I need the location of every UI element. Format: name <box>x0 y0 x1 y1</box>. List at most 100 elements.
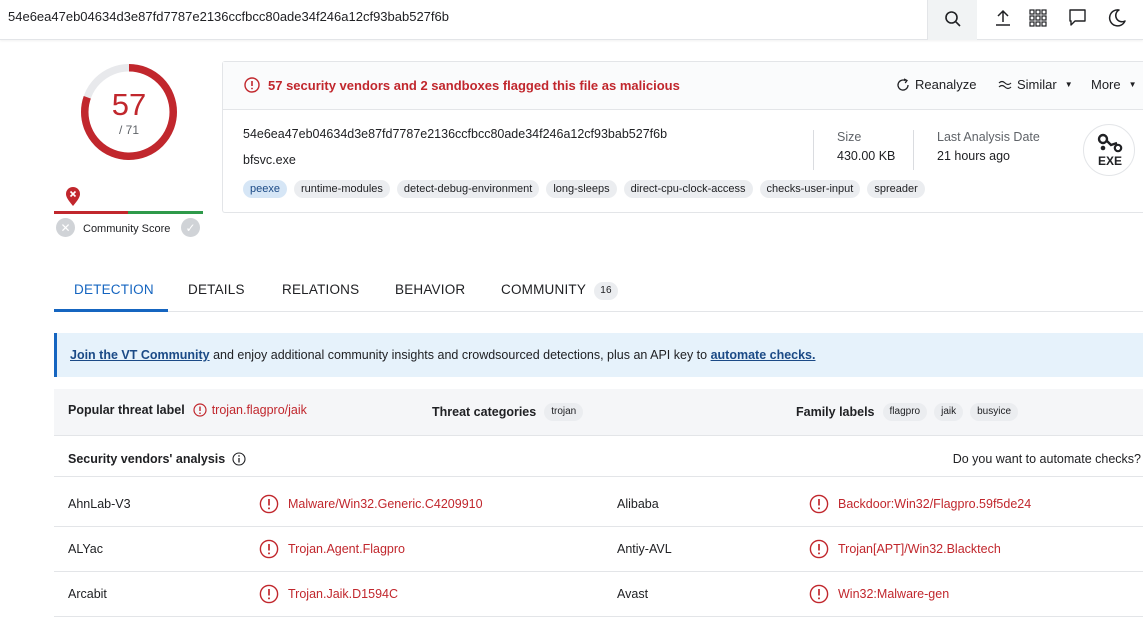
vendor-name: Arcabit <box>68 587 107 601</box>
map-pin-icon <box>65 187 81 210</box>
top-bar: 54e6ea47eb04634d3e87fd7787e2136ccfbcc80a… <box>0 0 1143 40</box>
threat-categories-list: trojan <box>544 403 584 421</box>
automate-checks-link[interactable]: automate checks. <box>711 348 816 362</box>
family-label-tag[interactable]: busyice <box>970 403 1019 421</box>
file-tag[interactable]: checks-user-input <box>759 180 861 198</box>
alert-circle-icon <box>193 403 207 417</box>
reanalyze-button[interactable]: Reanalyze <box>896 77 976 92</box>
detection-result: Trojan.Agent.Flagpro <box>288 542 405 556</box>
vendors-title-wrap: Security vendors' analysis <box>68 452 246 466</box>
community-score: ✕ Community Score ✓ <box>55 218 205 238</box>
community-banner: Join the VT Community and enjoy addition… <box>54 333 1143 377</box>
similar-label: Similar <box>1017 77 1057 92</box>
tab-bar: DETECTION DETAILS RELATIONS BEHAVIOR COM… <box>54 272 1143 312</box>
file-tag[interactable]: direct-cpu-clock-access <box>623 180 753 198</box>
file-size: Size 430.00 KB <box>813 130 895 170</box>
tab-behavior[interactable]: BEHAVIOR <box>395 282 465 297</box>
detection-result: Win32:Malware-gen <box>838 587 950 601</box>
file-tag[interactable]: long-sleeps <box>546 180 617 198</box>
chat-icon <box>1068 8 1087 30</box>
last-analysis: Last Analysis Date 21 hours ago <box>913 130 1040 170</box>
search-icon <box>944 10 962 31</box>
vendor-detection: Backdoor:Win32/Flagpro.59f5de24 <box>809 494 1031 514</box>
search-button[interactable] <box>927 0 977 40</box>
more-button[interactable]: More ▼ <box>1091 77 1137 92</box>
last-analysis-label: Last Analysis Date <box>937 130 1040 144</box>
grid-icon <box>1029 8 1047 30</box>
search-hash-text[interactable]: 54e6ea47eb04634d3e87fd7787e2136ccfbcc80a… <box>8 9 449 24</box>
alert-circle-icon <box>259 584 279 604</box>
popular-threat-title: Popular threat label <box>68 403 185 417</box>
alert-circle-icon <box>809 539 829 559</box>
alert-circle-icon <box>809 584 829 604</box>
tab-details[interactable]: DETAILS <box>188 282 245 297</box>
family-labels-list: flagpro jaik busyice <box>882 403 1019 421</box>
tab-community-label: COMMUNITY <box>501 282 587 297</box>
vendors-title: Security vendors' analysis <box>68 452 226 466</box>
community-score-label: Community Score <box>83 223 171 235</box>
family-labels-title: Family labels <box>796 405 875 419</box>
summary-header: 57 security vendors and 2 sandboxes flag… <box>223 62 1143 110</box>
detection-result: Trojan.Jaik.D1594C <box>288 587 399 601</box>
file-tag[interactable]: runtime-modules <box>293 180 390 198</box>
file-tag[interactable]: peexe <box>243 180 287 198</box>
family-label-tag[interactable]: flagpro <box>882 403 928 421</box>
last-analysis-value: 21 hours ago <box>937 149 1010 163</box>
detection-result: Trojan[APT]/Win32.Blacktech <box>838 542 1001 556</box>
vendor-detection: Win32:Malware-gen <box>809 584 949 604</box>
chevron-down-icon: ▼ <box>1128 80 1137 89</box>
tab-relations[interactable]: RELATIONS <box>282 282 359 297</box>
alert-circle-icon <box>259 539 279 559</box>
tab-community[interactable]: COMMUNITY 16 <box>501 282 619 300</box>
vendor-name: Antiy-AVL <box>617 542 672 556</box>
vendor-name: AhnLab-V3 <box>68 497 131 511</box>
file-tags: peexe runtime-modules detect-debug-environ… <box>243 180 925 198</box>
check-icon: ✓ <box>185 220 196 235</box>
threat-category-tag[interactable]: trojan <box>544 403 584 421</box>
popular-threat-value: trojan.flagpro/jaik <box>211 403 307 417</box>
comments-button[interactable] <box>1064 6 1090 32</box>
file-name: bfsvc.exe <box>243 153 296 167</box>
close-icon: ✕ <box>60 220 71 235</box>
theme-toggle-button[interactable] <box>1104 6 1130 32</box>
alert-text: 57 security vendors and 2 sandboxes flag… <box>268 77 680 93</box>
automate-checks-prompt[interactable]: Do you want to automate checks? <box>953 452 1141 466</box>
vendors-header: Security vendors' analysis Do you want t… <box>54 437 1143 477</box>
banner-text: Join the VT Community and enjoy addition… <box>70 348 816 362</box>
detection-score-ring: 57 / 71 <box>78 61 180 163</box>
apps-grid-button[interactable] <box>1025 6 1051 32</box>
join-community-link[interactable]: Join the VT Community <box>70 348 210 362</box>
vendor-name: Alibaba <box>617 497 659 511</box>
vendor-name: ALYac <box>68 542 103 556</box>
popular-threat-value-wrap[interactable]: trojan.flagpro/jaik <box>193 403 307 417</box>
vote-malicious-button[interactable]: ✕ <box>56 218 75 237</box>
threat-categories-title: Threat categories <box>432 405 537 419</box>
active-tab-indicator <box>54 309 168 312</box>
reanalyze-label: Reanalyze <box>915 77 977 92</box>
upload-icon <box>993 8 1013 31</box>
family-label-tag[interactable]: jaik <box>934 403 964 421</box>
detection-count: 57 <box>111 87 147 122</box>
community-count-badge: 16 <box>594 282 619 300</box>
similar-icon <box>998 79 1012 91</box>
vendor-name: Avast <box>617 587 649 601</box>
size-value: 430.00 KB <box>837 149 896 163</box>
file-tag[interactable]: spreader <box>867 180 925 198</box>
info-icon[interactable] <box>232 452 246 466</box>
file-tag[interactable]: detect-debug-environment <box>396 180 540 198</box>
alert-circle-icon <box>809 494 829 514</box>
detection-result: Malware/Win32.Generic.C4209910 <box>288 497 483 511</box>
refresh-icon <box>896 77 910 92</box>
community-score-bar <box>54 211 203 214</box>
upload-button[interactable] <box>990 6 1016 32</box>
similar-button[interactable]: Similar ▼ <box>998 77 1073 92</box>
exe-file-icon <box>1097 133 1123 153</box>
alert-circle-icon <box>244 77 260 93</box>
tab-detection[interactable]: DETECTION <box>74 282 154 297</box>
vendor-detection: Trojan.Jaik.D1594C <box>259 584 398 604</box>
detection-result: Backdoor:Win32/Flagpro.59f5de24 <box>838 497 1032 511</box>
alert-circle-icon <box>259 494 279 514</box>
vote-harmless-button[interactable]: ✓ <box>181 218 200 237</box>
filetype-label: EXE <box>1097 154 1122 168</box>
vendor-detection: Trojan[APT]/Win32.Blacktech <box>809 539 1001 559</box>
